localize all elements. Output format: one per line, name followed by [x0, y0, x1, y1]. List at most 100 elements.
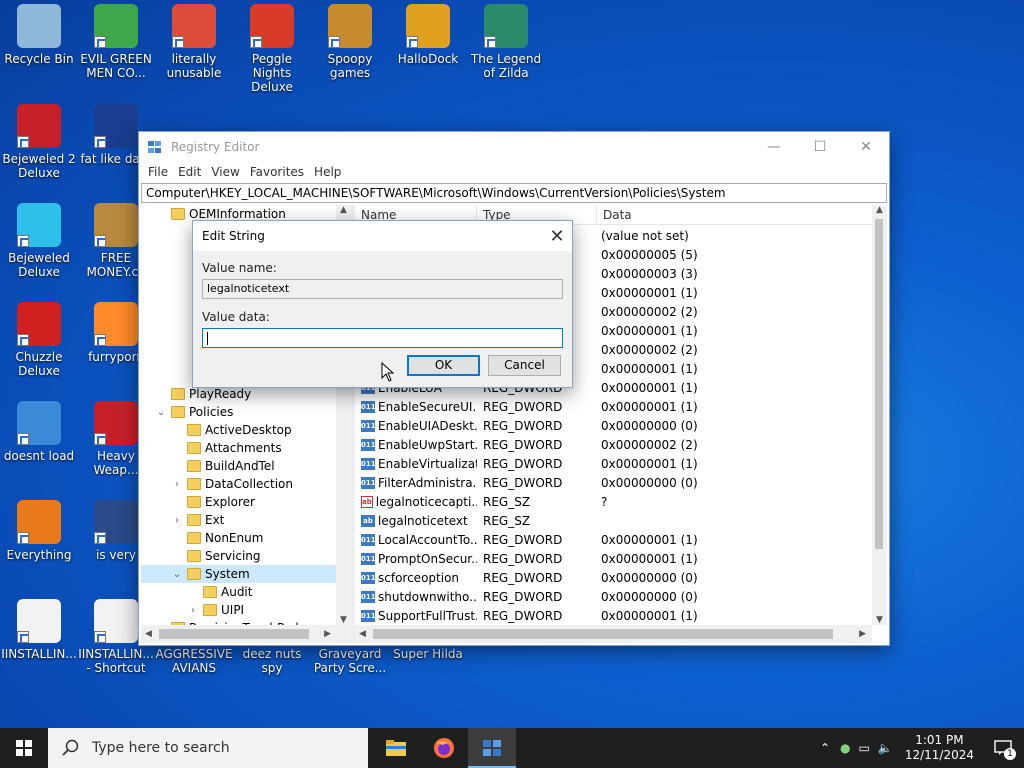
menu-edit[interactable]: Edit [173, 165, 206, 179]
dialog-close-icon[interactable]: ✕ [542, 226, 572, 247]
desktop-icon[interactable]: Bejeweled 2 Deluxe [0, 104, 78, 180]
expand-chevron-icon[interactable]: › [171, 479, 183, 490]
ok-button[interactable]: OK [407, 355, 480, 376]
desktop-icon[interactable]: HalloDock [389, 4, 467, 66]
tree-node[interactable]: ActiveDesktop [141, 421, 336, 439]
menu-view[interactable]: View [206, 165, 244, 179]
desktop-icon-label: IINSTALLIN... - Shortcut [78, 647, 154, 675]
address-bar[interactable]: Computer\HKEY_LOCAL_MACHINE\SOFTWARE\Mic… [141, 183, 887, 203]
scroll-right-arrow-icon[interactable]: ▶ [324, 629, 331, 639]
taskbar-file-explorer[interactable] [372, 728, 420, 768]
expand-chevron-icon[interactable]: › [187, 605, 199, 616]
scroll-down-arrow-icon[interactable]: ▼ [336, 615, 351, 625]
value-row[interactable]: 011 scforceoption REG_DWORD 0x00000000 (0) [355, 568, 872, 587]
notification-center-button[interactable]: 1 [988, 728, 1018, 768]
desktop-app-icon [250, 4, 294, 48]
value-data-input[interactable] [202, 328, 563, 348]
desktop-icon[interactable]: IINSTALLIN... [0, 599, 78, 661]
close-button[interactable]: ✕ [843, 132, 889, 161]
show-hidden-icons-chevron-icon[interactable]: ⌃ [820, 741, 830, 755]
tree-node[interactable]: ⌄ System [141, 565, 336, 583]
desktop-icon[interactable]: EVIL GREEN MEN CO... [77, 4, 155, 80]
value-row[interactable]: 011 EnableSecureUI... REG_DWORD 0x00000001 … [355, 397, 872, 416]
taskbar-search-box[interactable]: Type here to search [48, 728, 368, 768]
scroll-right-arrow-icon[interactable]: ▶ [859, 629, 866, 639]
expand-chevron-icon[interactable]: ⌄ [155, 407, 167, 418]
scroll-left-arrow-icon[interactable]: ◀ [145, 629, 152, 639]
network-icon[interactable]: ▭ [859, 741, 870, 755]
desktop-icon[interactable]: literally unusable [155, 4, 233, 80]
tree-node[interactable]: › DataCollection [141, 475, 336, 493]
tree-node[interactable]: Explorer [141, 493, 336, 511]
tree-hscroll-thumb[interactable] [159, 629, 309, 639]
minimize-button[interactable]: — [751, 132, 797, 161]
value-name-cell: ab legalnoticecapti... [355, 495, 477, 509]
value-row[interactable]: ab legalnoticetext REG_SZ [355, 511, 872, 530]
volume-icon[interactable]: 🔈 [878, 741, 893, 755]
expand-chevron-icon[interactable]: ⌄ [171, 569, 183, 580]
search-icon [62, 739, 79, 756]
value-row[interactable]: 011 shutdownwitho... REG_DWORD 0x00000000 (… [355, 587, 872, 606]
expand-chevron-icon[interactable]: › [171, 515, 183, 526]
clock-time: 1:01 PM [915, 733, 964, 747]
tree-node[interactable]: › Ext [141, 511, 336, 529]
tree-node[interactable]: Servicing [141, 547, 336, 565]
desktop-app-icon [328, 4, 372, 48]
folder-icon [187, 442, 201, 454]
list-hscroll-thumb[interactable] [373, 629, 833, 639]
desktop-icon[interactable]: Spoopy games [311, 4, 389, 80]
people-icon[interactable]: ● [840, 741, 850, 755]
start-button[interactable] [0, 728, 48, 768]
taskbar-firefox[interactable] [420, 728, 468, 768]
menu-help[interactable]: Help [309, 165, 346, 179]
value-type: REG_DWORD [483, 570, 563, 585]
scroll-down-arrow-icon[interactable]: ▼ [872, 615, 887, 625]
desktop-icon[interactable]: The Legend of Zilda [467, 4, 545, 80]
value-row[interactable]: 011 PromptOnSecur... REG_DWORD 0x00000001 (… [355, 549, 872, 568]
tree-node[interactable]: Attachments [141, 439, 336, 457]
tree-node[interactable]: BuildAndTel [141, 457, 336, 475]
column-data[interactable]: Data [597, 205, 887, 225]
scroll-left-arrow-icon[interactable]: ◀ [359, 629, 366, 639]
value-row[interactable]: 011 LocalAccountTo... REG_DWORD 0x00000001 … [355, 530, 872, 549]
desktop-icon[interactable]: Peggle Nights Deluxe [233, 4, 311, 94]
desktop-icon[interactable]: Chuzzle Deluxe [0, 302, 78, 378]
notification-count-badge: 1 [1004, 748, 1016, 760]
value-row[interactable]: ab legalnoticecapti... REG_SZ? [355, 492, 872, 511]
clock[interactable]: 1:01 PM 12/11/2024 [905, 733, 974, 763]
reg-sz-icon: ab [361, 495, 373, 508]
menu-file[interactable]: File [143, 165, 173, 179]
shortcut-arrow-icon [172, 36, 184, 48]
value-row[interactable]: 011 EnableUwpStart... REG_DWORD 0x00000002 … [355, 435, 872, 454]
value-type: REG_SZ [483, 513, 531, 528]
tree-node[interactable]: › UIPI [141, 601, 336, 619]
desktop-icon[interactable]: doesnt load [0, 401, 78, 463]
value-name-cell: 011 EnableUIADeskt... [355, 419, 477, 433]
tree-horizontal-scrollbar[interactable]: ◀ ▶ [141, 625, 351, 643]
value-type: REG_DWORD [483, 437, 563, 452]
desktop-icon-label: EVIL GREEN MEN CO... [80, 52, 152, 80]
cancel-button[interactable]: Cancel [488, 355, 561, 376]
maximize-button[interactable]: ☐ [797, 132, 843, 161]
menu-favorites[interactable]: Favorites [245, 165, 309, 179]
scroll-up-arrow-icon[interactable]: ▲ [336, 205, 351, 215]
list-vscroll-thumb[interactable] [875, 219, 883, 549]
tree-node[interactable]: Audit [141, 583, 336, 601]
value-row[interactable]: 011 SupportFullTrust... REG_DWORD 0x0000000… [355, 606, 872, 625]
value-data: 0x00000001 (1) [601, 456, 698, 471]
list-horizontal-scrollbar[interactable]: ◀ ▶ [355, 625, 872, 643]
tree-node[interactable]: ⌄ Policies [141, 403, 336, 421]
value-row[interactable]: 011 FilterAdministra... REG_DWORD 0x0000000… [355, 473, 872, 492]
taskbar-registry-editor[interactable] [468, 728, 516, 768]
clock-date: 12/11/2024 [904, 748, 974, 762]
desktop-icon[interactable]: Everything [0, 500, 78, 562]
value-row[interactable]: 011EnableVirtualizat... REG_DWORD 0x000000… [355, 454, 872, 473]
scroll-up-arrow-icon[interactable]: ▲ [872, 205, 887, 215]
dialog-title-bar[interactable]: Edit String ✕ [193, 221, 572, 251]
desktop-icon[interactable]: Recycle Bin [0, 4, 78, 66]
tree-node[interactable]: NonEnum [141, 529, 336, 547]
desktop-icon[interactable]: Bejeweled Deluxe [0, 203, 78, 279]
list-vertical-scrollbar[interactable]: ▲ ▼ [872, 205, 887, 625]
value-row[interactable]: 011 EnableUIADeskt... REG_DWORD 0x00000000 … [355, 416, 872, 435]
title-bar[interactable]: Registry Editor — ☐ ✕ [139, 132, 889, 161]
